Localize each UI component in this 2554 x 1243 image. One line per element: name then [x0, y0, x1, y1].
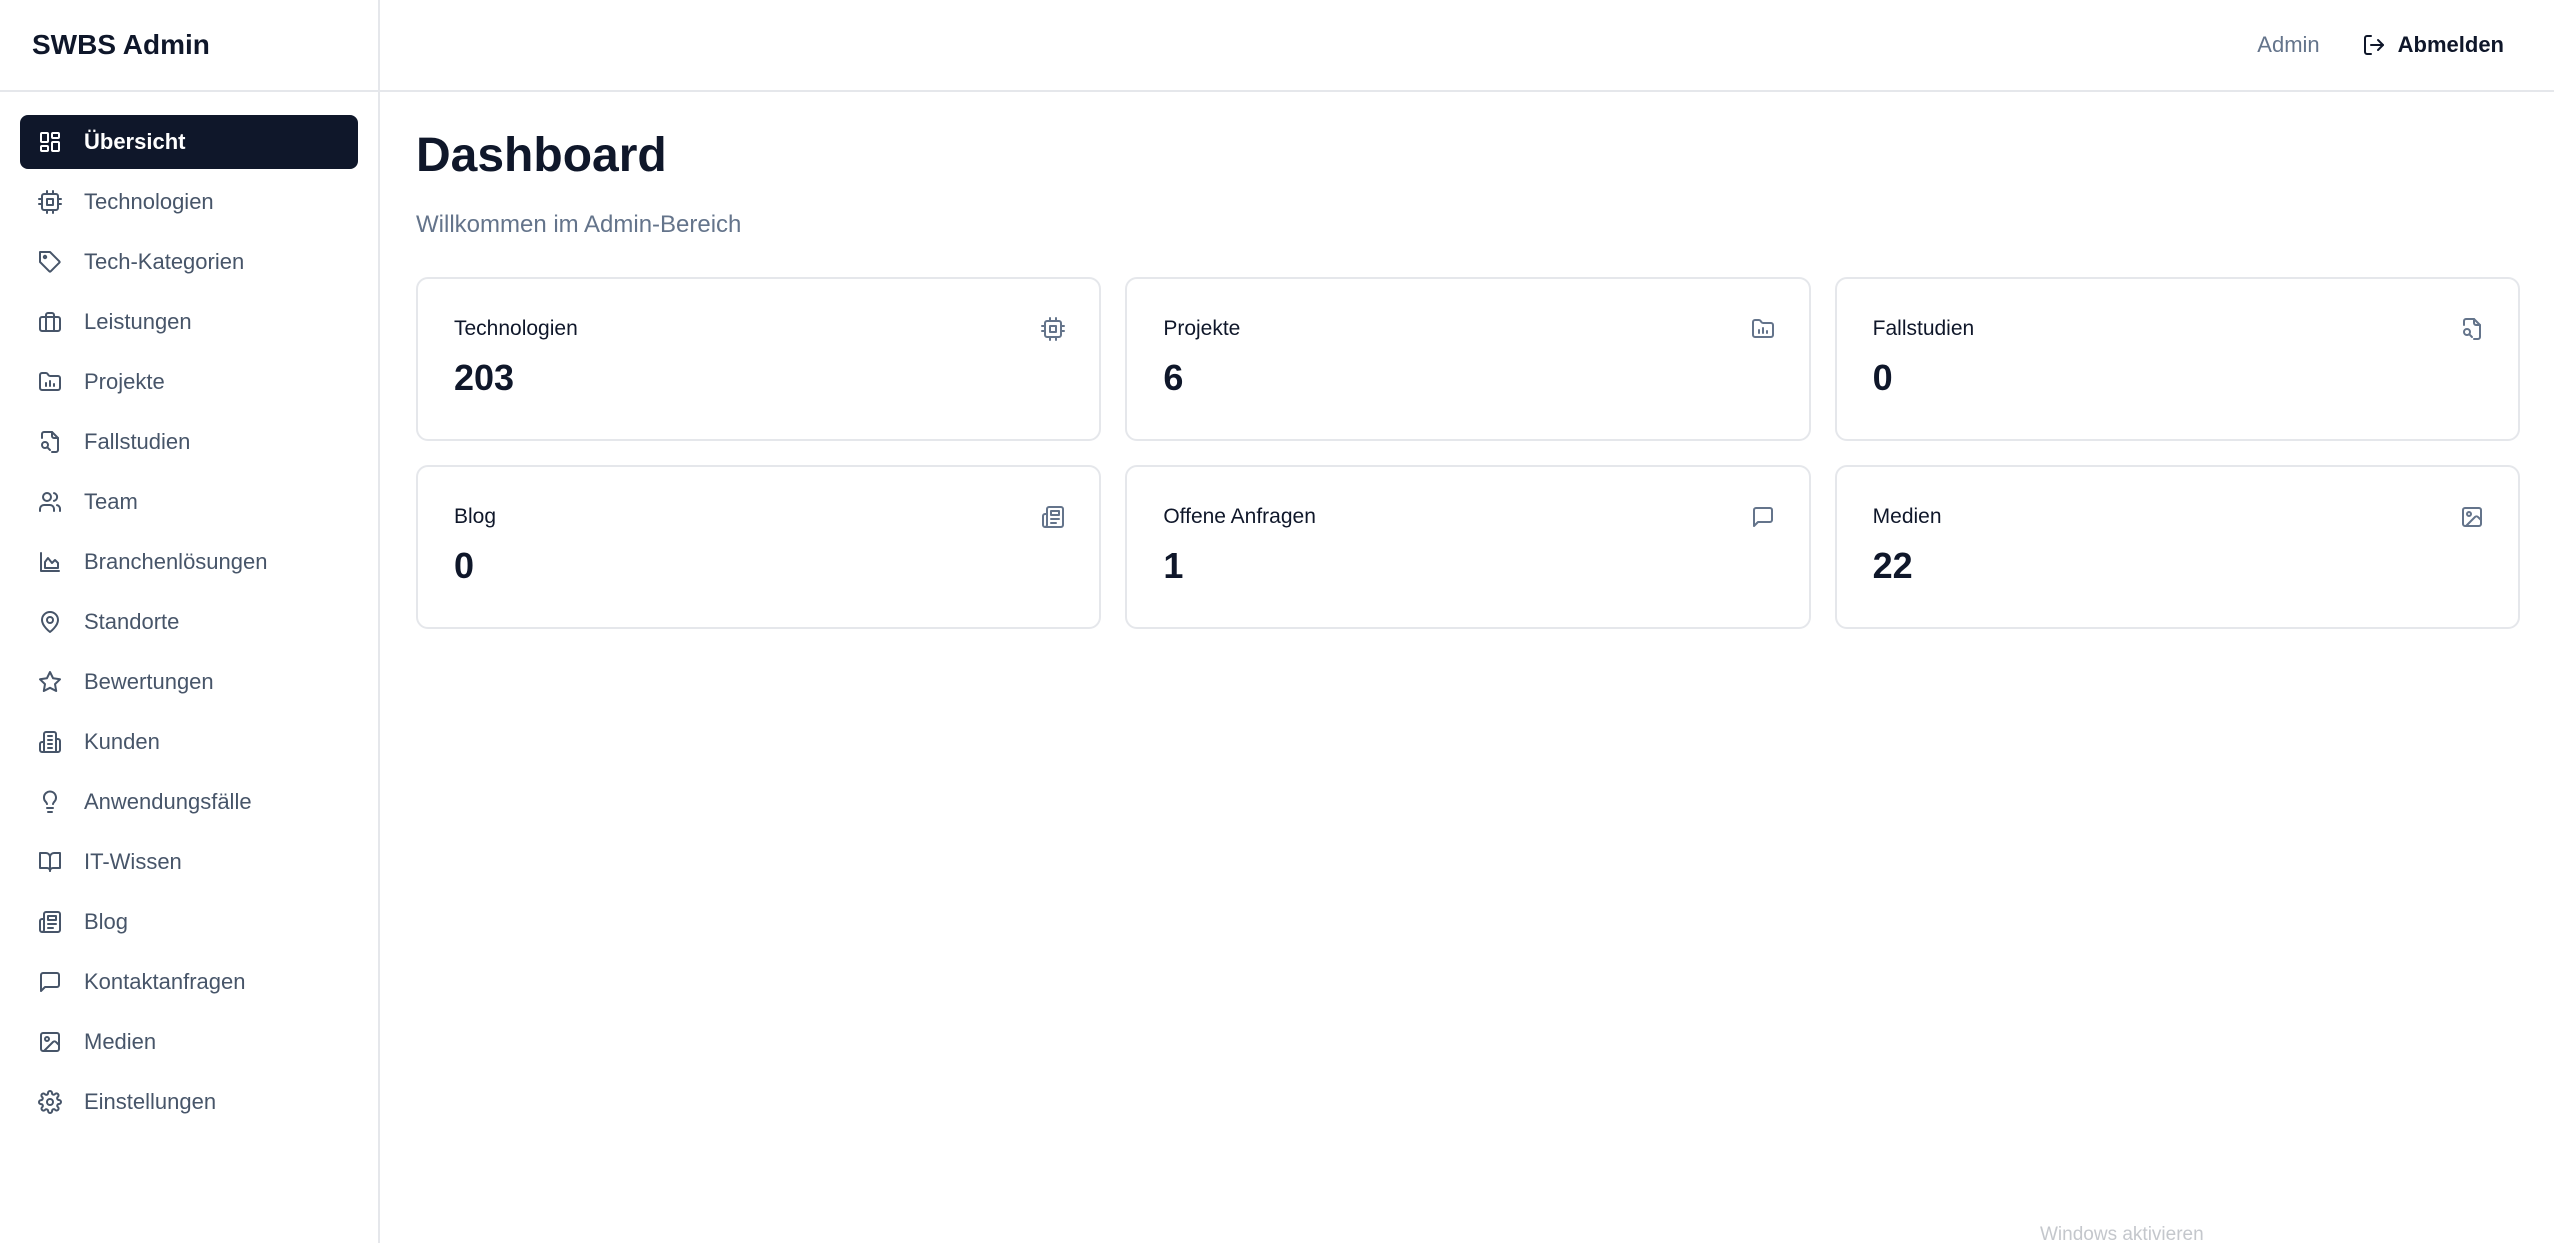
sidebar-item-label: Anwendungsfälle: [84, 789, 252, 814]
sidebar-item-anwendungsfaelle[interactable]: Anwendungsfälle: [20, 775, 358, 829]
sidebar-item-fallstudien[interactable]: Fallstudien: [20, 415, 358, 469]
log-out-icon: [2362, 33, 2386, 57]
stat-card-projekte: Projekte 6: [1125, 276, 1811, 441]
stat-label: Offene Anfragen: [1163, 504, 1316, 528]
stat-value: 0: [454, 544, 475, 586]
stat-card-offene-anfragen: Offene Anfragen 1: [1125, 464, 1811, 629]
sidebar-item-medien[interactable]: Medien: [20, 1015, 358, 1069]
book-open-icon: [38, 850, 62, 874]
sidebar-item-label: Medien: [84, 1029, 157, 1054]
sidebar-item-standorte[interactable]: Standorte: [20, 595, 358, 649]
stat-label: Fallstudien: [1872, 316, 1975, 340]
sidebar-item-uebersicht[interactable]: Übersicht: [20, 115, 358, 169]
sidebar-item-label: Einstellungen: [84, 1089, 217, 1114]
sidebar-item-it-wissen[interactable]: IT-Wissen: [20, 835, 358, 889]
stat-value: 22: [1872, 544, 1913, 586]
sidebar-item-label: IT-Wissen: [84, 849, 182, 874]
stat-value: 0: [1872, 356, 1893, 398]
cpu-icon: [38, 190, 62, 214]
stat-card-medien: Medien 22: [1834, 464, 2520, 629]
sidebar-item-bewertungen[interactable]: Bewertungen: [20, 655, 358, 709]
file-search-icon: [2460, 317, 2484, 341]
sidebar-item-label: Fallstudien: [84, 429, 191, 454]
stat-card-fallstudien: Fallstudien 0: [1834, 276, 2520, 441]
sidebar-item-label: Technologien: [84, 189, 214, 214]
sidebar-item-label: Projekte: [84, 369, 165, 394]
stat-label: Projekte: [1163, 316, 1241, 340]
sidebar-item-blog[interactable]: Blog: [20, 895, 358, 949]
chart-area-icon: [38, 550, 62, 574]
image-icon: [38, 1030, 62, 1054]
newspaper-icon: [1041, 505, 1065, 529]
sidebar-item-leistungen[interactable]: Leistungen: [20, 295, 358, 349]
stat-card-technologien: Technologien 203: [416, 276, 1102, 441]
file-search-icon: [38, 430, 62, 454]
stat-label: Medien: [1872, 504, 1942, 528]
message-square-icon: [1751, 505, 1775, 529]
app-title: SWBS Admin: [0, 0, 378, 92]
briefcase-icon: [38, 310, 62, 334]
sidebar-item-team[interactable]: Team: [20, 475, 358, 529]
image-icon: [2460, 505, 2484, 529]
star-icon: [38, 670, 62, 694]
sidebar-item-label: Kontaktanfragen: [84, 969, 246, 994]
sidebar-item-label: Bewertungen: [84, 669, 214, 694]
sidebar-item-label: Kunden: [84, 729, 160, 754]
stat-label: Blog: [454, 504, 497, 528]
sidebar-item-label: Leistungen: [84, 309, 192, 334]
map-pin-icon: [38, 610, 62, 634]
sidebar-item-label: Branchenlösungen: [84, 549, 268, 574]
lightbulb-icon: [38, 790, 62, 814]
os-activation-watermark: Windows aktivieren: [2040, 1224, 2204, 1243]
stat-label: Technologien: [454, 316, 578, 340]
sidebar-nav: Übersicht Technologien Tech-Kategorien L…: [0, 92, 378, 1129]
folder-chart-icon: [1751, 317, 1775, 341]
building-icon: [38, 730, 62, 754]
sidebar-item-technologien[interactable]: Technologien: [20, 175, 358, 229]
main-content: Dashboard Willkommen im Admin-Bereich Te…: [416, 92, 2520, 629]
message-square-icon: [38, 970, 62, 994]
folder-chart-icon: [38, 370, 62, 394]
logout-label: Abmelden: [2397, 32, 2504, 57]
users-icon: [38, 490, 62, 514]
sidebar-item-kunden[interactable]: Kunden: [20, 715, 358, 769]
settings-icon: [38, 1090, 62, 1114]
sidebar-item-branchenloesungen[interactable]: Branchenlösungen: [20, 535, 358, 589]
top-bar: Admin Abmelden: [380, 0, 2554, 92]
newspaper-icon: [38, 910, 62, 934]
sidebar-item-kontaktanfragen[interactable]: Kontaktanfragen: [20, 955, 358, 1009]
sidebar: SWBS Admin Übersicht Technologien Tech-K…: [0, 0, 380, 1243]
sidebar-item-label: Team: [84, 489, 138, 514]
sidebar-item-tech-kategorien[interactable]: Tech-Kategorien: [20, 235, 358, 289]
sidebar-item-label: Standorte: [84, 609, 180, 634]
layout-grid-icon: [38, 130, 62, 154]
sidebar-item-projekte[interactable]: Projekte: [20, 355, 358, 409]
tag-icon: [38, 250, 62, 274]
stats-grid: Technologien 203 Projekte 6 Fallstudien …: [416, 276, 2520, 629]
stat-value: 6: [1163, 356, 1184, 398]
page-subtitle: Willkommen im Admin-Bereich: [416, 210, 742, 238]
sidebar-item-label: Tech-Kategorien: [84, 249, 245, 274]
sidebar-item-label: Blog: [84, 909, 129, 934]
cpu-icon: [1041, 316, 1066, 341]
stat-value: 1: [1163, 544, 1184, 586]
stat-card-blog: Blog 0: [416, 464, 1102, 629]
user-name: Admin: [2257, 32, 2320, 57]
stat-value: 203: [454, 356, 515, 398]
sidebar-item-label: Übersicht: [84, 129, 186, 154]
logout-button[interactable]: Abmelden: [2362, 32, 2504, 58]
sidebar-item-einstellungen[interactable]: Einstellungen: [20, 1075, 358, 1129]
page-title: Dashboard: [416, 129, 667, 182]
